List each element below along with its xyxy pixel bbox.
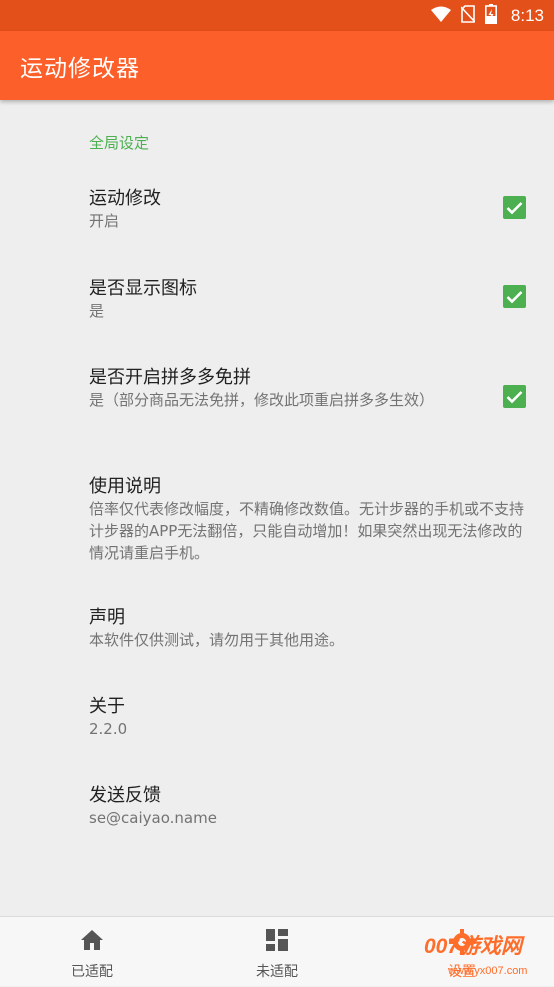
pref-title: 是否开启拼多多免拼 xyxy=(89,367,251,388)
sport-modify-checkbox[interactable] xyxy=(503,196,526,219)
pref-summary: 本软件仅供测试，请勿用于其他用途。 xyxy=(89,631,345,649)
check-icon xyxy=(506,290,523,303)
pdd-free-group-checkbox[interactable] xyxy=(503,385,526,408)
battery-charging-icon xyxy=(484,3,497,28)
check-icon xyxy=(506,390,523,403)
pref-summary: 是 xyxy=(89,302,105,320)
show-icon-checkbox[interactable] xyxy=(503,285,526,308)
pref-instructions[interactable]: 使用说明 倍率仅代表修改幅度，不精确修改数值。无计步器的手机或不支持计步器的AP… xyxy=(0,460,554,570)
app-title: 运动修改器 xyxy=(20,55,140,82)
pref-pdd-free-group[interactable]: 是否开启拼多多免拼 是（部分商品无法免拼，修改此项重启拼多多生效） xyxy=(0,350,554,440)
pref-summary: 是（部分商品无法免拼，修改此项重启拼多多生效） xyxy=(89,391,435,409)
pref-summary: 2.2.0 xyxy=(89,720,128,738)
app-bar: 运动修改器 xyxy=(0,31,554,100)
pref-title: 发送反馈 xyxy=(89,785,161,806)
pref-about[interactable]: 关于 2.2.0 xyxy=(0,685,554,755)
nav-label: 未适配 xyxy=(256,964,298,980)
home-icon xyxy=(80,929,104,955)
wifi-icon xyxy=(430,6,451,26)
nav-label: 已适配 xyxy=(71,964,113,980)
pref-statement[interactable]: 声明 本软件仅供测试，请勿用于其他用途。 xyxy=(0,595,554,665)
pref-title: 声明 xyxy=(89,607,125,628)
pref-title: 使用说明 xyxy=(89,476,161,497)
pref-show-icon[interactable]: 是否显示图标 是 xyxy=(0,260,554,340)
dashboard-icon xyxy=(266,929,288,955)
pref-summary: 开启 xyxy=(89,212,120,230)
watermark-url: www.yx007.com xyxy=(448,965,528,977)
watermark-logo: 007游戏网 xyxy=(424,935,523,958)
status-bar: 8:13 xyxy=(0,0,554,31)
status-time: 8:13 xyxy=(510,5,544,25)
nav-adapted[interactable]: 已适配 xyxy=(0,917,184,987)
nav-not-adapted[interactable]: 未适配 xyxy=(185,917,369,987)
pref-title: 运动修改 xyxy=(89,188,161,209)
no-sim-icon xyxy=(460,4,476,27)
check-icon xyxy=(506,201,523,214)
pref-summary: 倍率仅代表修改幅度，不精确修改数值。无计步器的手机或不支持计步器的APP无法翻倍… xyxy=(89,500,525,562)
category-header: 全局设定 xyxy=(89,134,150,152)
pref-title: 是否显示图标 xyxy=(89,278,197,299)
pref-summary: se@caiyao.name xyxy=(89,809,217,827)
pref-feedback[interactable]: 发送反馈 se@caiyao.name xyxy=(0,775,554,845)
pref-sport-modify[interactable]: 运动修改 开启 xyxy=(0,170,554,250)
pref-title: 关于 xyxy=(89,696,125,717)
